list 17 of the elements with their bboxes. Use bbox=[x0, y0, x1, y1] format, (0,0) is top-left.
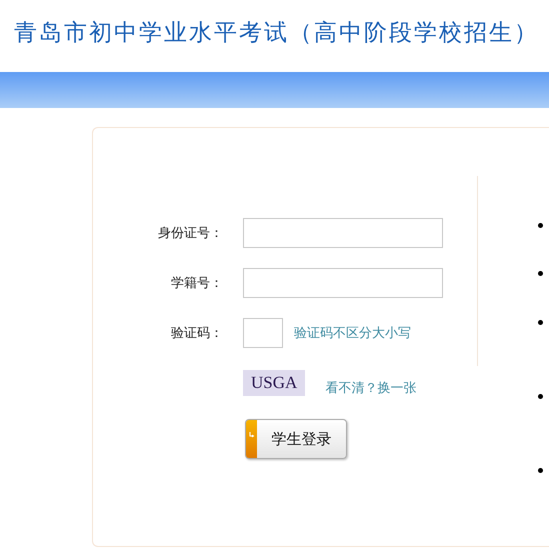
field-label: 身份证号： bbox=[157, 225, 224, 242]
field-label: 验证码： bbox=[170, 325, 224, 342]
captcha-image: USGA bbox=[243, 370, 306, 396]
input-field[interactable] bbox=[243, 218, 443, 248]
field-label: 学籍号： bbox=[170, 275, 224, 292]
bullet-icon bbox=[538, 320, 543, 325]
bullet-icon bbox=[538, 468, 543, 473]
input-field[interactable] bbox=[243, 268, 443, 298]
bullet-icon bbox=[538, 394, 543, 399]
login-button[interactable]: 学生登录 bbox=[245, 419, 347, 459]
captcha-field[interactable] bbox=[243, 318, 283, 348]
refresh-captcha-link[interactable]: 看不清？换一张 bbox=[325, 379, 416, 397]
page-title: 青岛市初中学业水平考试（高中阶段学校招生） bbox=[14, 18, 539, 48]
captcha-hint: 验证码不区分大小写 bbox=[294, 325, 411, 342]
bullet-icon bbox=[538, 271, 543, 276]
bullet-icon bbox=[538, 223, 543, 228]
arrow-icon bbox=[248, 432, 254, 439]
